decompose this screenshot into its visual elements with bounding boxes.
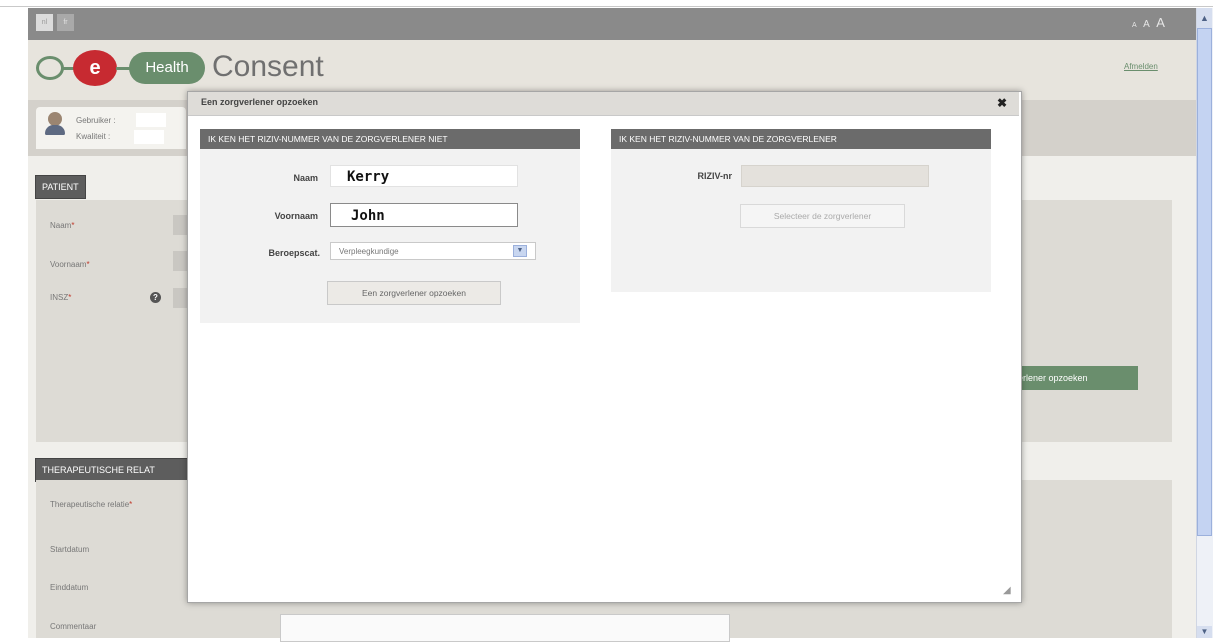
search-caregiver-button[interactable]: Een zorgverlener opzoeken — [327, 281, 501, 305]
patient-insz-input[interactable] — [173, 288, 187, 308]
user-label: Gebruiker : — [76, 116, 116, 125]
chevron-down-icon[interactable]: ▼ — [513, 245, 527, 257]
unknown-riziv-section-header: IK KEN HET RIZIV-NUMMER VAN DE ZORGVERLE… — [200, 129, 580, 149]
resize-grip-icon[interactable]: ◢ — [1003, 585, 1011, 596]
caregiver-naam-input[interactable]: Kerry — [330, 165, 518, 187]
caregiver-voornaam-label: Voornaam — [274, 211, 318, 221]
scrollbar-thumb[interactable] — [1197, 28, 1212, 536]
patient-naam-label: Naam* — [50, 221, 75, 230]
font-size-small-button[interactable]: A — [1132, 22, 1137, 29]
logo-e-badge: e — [73, 50, 117, 86]
dialog-title: Een zorgverlener opzoeken — [201, 97, 319, 107]
font-size-medium-button[interactable]: A — [1143, 19, 1150, 30]
font-size-controls: A A A — [1130, 14, 1165, 32]
patient-voornaam-label: Voornaam* — [50, 260, 90, 269]
patient-insz-label: INSZ* — [50, 293, 72, 302]
product-title: Consent — [212, 50, 324, 83]
user-value-redacted — [136, 113, 166, 127]
user-avatar-body-icon — [45, 125, 65, 135]
language-fr-button[interactable]: fr — [57, 14, 74, 31]
riziv-number-input[interactable] — [741, 165, 929, 187]
scroll-down-arrow-icon[interactable]: ▼ — [1197, 626, 1212, 638]
header-top-bar — [28, 8, 1196, 40]
comment-label: Commentaar — [50, 622, 97, 631]
select-caregiver-button[interactable]: Selecteer de zorgverlener — [740, 204, 905, 228]
logout-link[interactable]: Afmelden — [1124, 62, 1158, 71]
profession-category-label: Beroepscat. — [268, 248, 320, 258]
therapeutic-section-tab: THERAPEUTISCHE RELAT — [35, 458, 199, 482]
patient-naam-input[interactable] — [173, 215, 187, 235]
browser-top-edge — [0, 0, 1213, 7]
patient-voornaam-input[interactable] — [173, 251, 187, 271]
quality-value-redacted — [134, 130, 164, 144]
end-date-label: Einddatum — [50, 583, 89, 592]
scroll-up-arrow-icon[interactable]: ▲ — [1197, 8, 1212, 28]
riziv-number-label: RIZIV-nr — [697, 171, 732, 181]
logo-ring-icon — [36, 56, 64, 80]
quality-label: Kwaliteit : — [76, 132, 111, 141]
profession-category-select[interactable]: Verpleegkundige — [330, 242, 536, 260]
therapeutic-relation-label: Therapeutische relatie* — [50, 500, 133, 509]
caregiver-voornaam-input[interactable]: John — [330, 203, 518, 227]
start-date-label: Startdatum — [50, 545, 90, 554]
language-nl-button[interactable]: nl — [36, 14, 53, 31]
logo-connector — [116, 67, 130, 70]
patient-section-tab: PATIENT — [35, 175, 86, 199]
help-icon[interactable]: ? — [150, 292, 161, 303]
known-riziv-section-header: IK KEN HET RIZIV-NUMMER VAN DE ZORGVERLE… — [611, 129, 991, 149]
font-size-large-button[interactable]: A — [1156, 15, 1165, 30]
user-avatar-icon — [48, 112, 62, 126]
logo-health-badge: Health — [129, 52, 205, 84]
caregiver-naam-label: Naam — [293, 173, 318, 183]
close-icon[interactable]: ✖ — [997, 96, 1007, 110]
